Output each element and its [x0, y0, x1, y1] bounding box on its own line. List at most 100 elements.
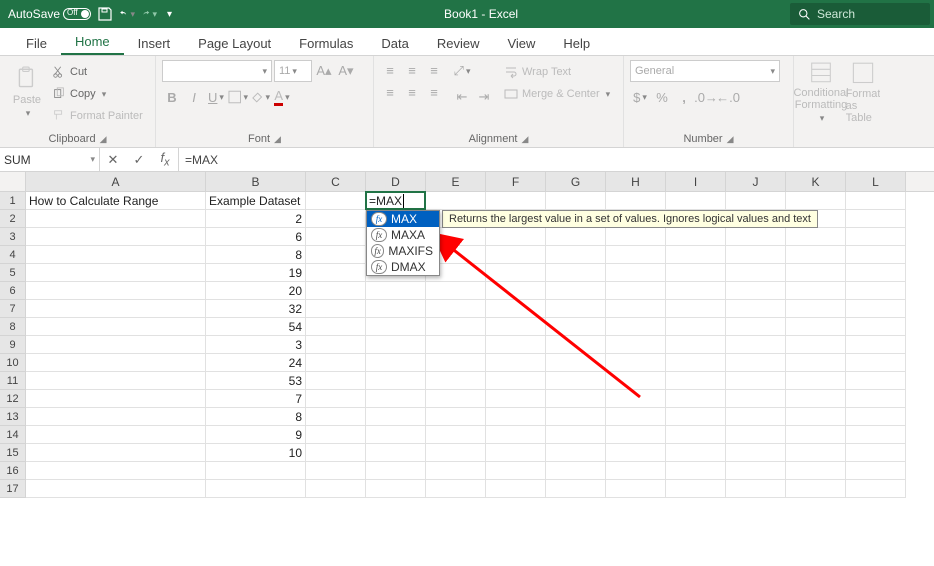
tab-review[interactable]: Review: [423, 30, 494, 55]
align-center-icon[interactable]: ≡: [402, 82, 422, 102]
cell-j5[interactable]: [726, 264, 786, 282]
row-header[interactable]: 12: [0, 390, 26, 408]
cell-l1[interactable]: [846, 192, 906, 210]
cell-c15[interactable]: [306, 444, 366, 462]
increase-font-icon[interactable]: A▴: [314, 61, 334, 81]
cell-f3[interactable]: [486, 228, 546, 246]
cell-h5[interactable]: [606, 264, 666, 282]
row-header[interactable]: 10: [0, 354, 26, 372]
format-as-table-button[interactable]: Format as Table: [846, 60, 880, 124]
decrease-indent-icon[interactable]: ⇤: [452, 87, 472, 107]
cell-f1[interactable]: [486, 192, 546, 210]
font-size-combo[interactable]: 11▾: [274, 60, 312, 82]
cell-l9[interactable]: [846, 336, 906, 354]
cell-l5[interactable]: [846, 264, 906, 282]
cell-g11[interactable]: [546, 372, 606, 390]
cell-g12[interactable]: [546, 390, 606, 408]
cancel-formula-button[interactable]: ✕: [100, 152, 126, 168]
cell-c8[interactable]: [306, 318, 366, 336]
cell-f7[interactable]: [486, 300, 546, 318]
cell-c3[interactable]: [306, 228, 366, 246]
cell-a14[interactable]: [26, 426, 206, 444]
paste-button[interactable]: Paste ▾: [6, 60, 48, 124]
cell-i17[interactable]: [666, 480, 726, 498]
cell-e14[interactable]: [426, 426, 486, 444]
cell-g9[interactable]: [546, 336, 606, 354]
cell-j3[interactable]: [726, 228, 786, 246]
search-box[interactable]: Search: [790, 3, 930, 25]
orientation-icon[interactable]: ⤢▾: [452, 61, 472, 81]
cell-e7[interactable]: [426, 300, 486, 318]
cell-a3[interactable]: [26, 228, 206, 246]
cell-a10[interactable]: [26, 354, 206, 372]
cell-j17[interactable]: [726, 480, 786, 498]
cell-c14[interactable]: [306, 426, 366, 444]
column-header-j[interactable]: J: [726, 172, 786, 191]
cell-g17[interactable]: [546, 480, 606, 498]
cell-h16[interactable]: [606, 462, 666, 480]
percent-format-icon[interactable]: %: [652, 87, 672, 107]
column-header-b[interactable]: B: [206, 172, 306, 191]
row-header[interactable]: 16: [0, 462, 26, 480]
cell-a11[interactable]: [26, 372, 206, 390]
cell-i9[interactable]: [666, 336, 726, 354]
cell-i5[interactable]: [666, 264, 726, 282]
cell-c10[interactable]: [306, 354, 366, 372]
cell-f15[interactable]: [486, 444, 546, 462]
cell-e1[interactable]: [426, 192, 486, 210]
cell-b2[interactable]: 2: [206, 210, 306, 228]
cell-g13[interactable]: [546, 408, 606, 426]
row-header[interactable]: 5: [0, 264, 26, 282]
cell-h12[interactable]: [606, 390, 666, 408]
cell-b7[interactable]: 32: [206, 300, 306, 318]
cell-i7[interactable]: [666, 300, 726, 318]
alignment-dialog-launcher-icon[interactable]: ◢: [522, 134, 529, 145]
number-dialog-launcher-icon[interactable]: ◢: [727, 134, 734, 145]
cell-f5[interactable]: [486, 264, 546, 282]
cell-k17[interactable]: [786, 480, 846, 498]
cell-l16[interactable]: [846, 462, 906, 480]
cell-c16[interactable]: [306, 462, 366, 480]
cell-b3[interactable]: 6: [206, 228, 306, 246]
autosave-toggle[interactable]: AutoSave Off: [8, 7, 91, 21]
tab-insert[interactable]: Insert: [124, 30, 185, 55]
increase-decimal-icon[interactable]: .0→: [696, 87, 716, 107]
tab-page-layout[interactable]: Page Layout: [184, 30, 285, 55]
cell-c11[interactable]: [306, 372, 366, 390]
cell-l4[interactable]: [846, 246, 906, 264]
cell-c12[interactable]: [306, 390, 366, 408]
cell-d14[interactable]: [366, 426, 426, 444]
cell-a2[interactable]: [26, 210, 206, 228]
cell-f11[interactable]: [486, 372, 546, 390]
cell-k8[interactable]: [786, 318, 846, 336]
cell-j9[interactable]: [726, 336, 786, 354]
cell-h11[interactable]: [606, 372, 666, 390]
cell-d11[interactable]: [366, 372, 426, 390]
cell-c6[interactable]: [306, 282, 366, 300]
cell-e10[interactable]: [426, 354, 486, 372]
cell-l8[interactable]: [846, 318, 906, 336]
column-header-k[interactable]: K: [786, 172, 846, 191]
underline-button[interactable]: U▾: [206, 87, 226, 107]
column-header-a[interactable]: A: [26, 172, 206, 191]
save-icon[interactable]: [97, 6, 113, 22]
cell-g8[interactable]: [546, 318, 606, 336]
cell-d17[interactable]: [366, 480, 426, 498]
cell-b13[interactable]: 8: [206, 408, 306, 426]
cell-f14[interactable]: [486, 426, 546, 444]
cell-g7[interactable]: [546, 300, 606, 318]
cell-f13[interactable]: [486, 408, 546, 426]
cell-j10[interactable]: [726, 354, 786, 372]
bold-button[interactable]: B: [162, 87, 182, 107]
cell-e9[interactable]: [426, 336, 486, 354]
cell-k15[interactable]: [786, 444, 846, 462]
clipboard-dialog-launcher-icon[interactable]: ◢: [100, 134, 107, 145]
font-color-button[interactable]: A▾: [272, 87, 292, 107]
copy-button[interactable]: Copy▾: [52, 84, 143, 104]
font-dialog-launcher-icon[interactable]: ◢: [274, 134, 281, 145]
align-right-icon[interactable]: ≡: [424, 82, 444, 102]
row-header[interactable]: 13: [0, 408, 26, 426]
cell-i4[interactable]: [666, 246, 726, 264]
cell-h4[interactable]: [606, 246, 666, 264]
cell-l2[interactable]: [846, 210, 906, 228]
